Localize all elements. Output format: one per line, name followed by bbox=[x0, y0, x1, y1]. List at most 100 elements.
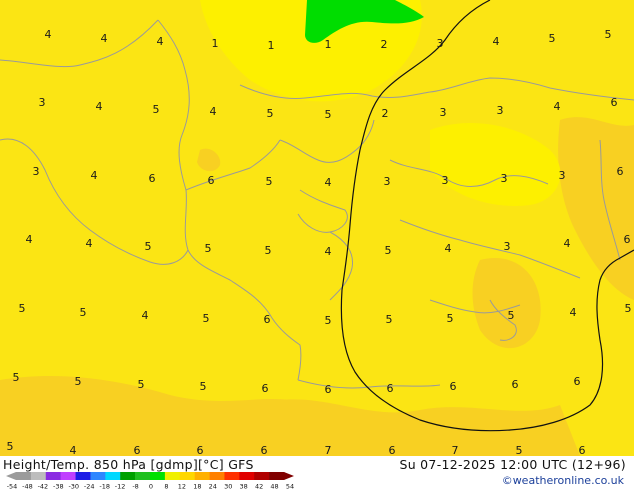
colorbar-tick-label: 54 bbox=[286, 483, 294, 490]
colorbar-swatch bbox=[135, 472, 151, 480]
value-label: 5 bbox=[75, 375, 82, 388]
colorbar-swatch bbox=[209, 472, 225, 480]
value-label: 4 bbox=[554, 100, 561, 113]
colorbar-tick-label: -24 bbox=[84, 483, 95, 490]
colorbar-tick-label: -30 bbox=[68, 483, 79, 490]
value-label: 4 bbox=[142, 309, 149, 322]
value-label: 6 bbox=[512, 378, 519, 391]
colorbar-tick-label: 0 bbox=[149, 483, 153, 490]
value-label: 5 bbox=[508, 309, 515, 322]
value-label: 4 bbox=[325, 245, 332, 258]
value-label: 4 bbox=[96, 100, 103, 113]
colorbar-tick-label: -42 bbox=[38, 483, 49, 490]
colorbar-swatches bbox=[6, 472, 294, 480]
colorbar-swatch bbox=[254, 472, 270, 480]
value-label: 5 bbox=[13, 371, 20, 384]
value-label: 4 bbox=[26, 233, 33, 246]
value-label: 6 bbox=[134, 444, 141, 456]
value-label: 5 bbox=[145, 240, 152, 253]
value-label: 6 bbox=[611, 96, 618, 109]
value-label: 5 bbox=[516, 444, 523, 456]
value-label: 4 bbox=[445, 242, 452, 255]
colorbar-swatch bbox=[75, 472, 91, 480]
colorbar-swatch bbox=[60, 472, 76, 480]
colorbar-swatch bbox=[16, 472, 32, 480]
map-datetime: Su 07-12-2025 12:00 UTC (12+96) bbox=[399, 457, 626, 472]
colorbar-tick-label: 48 bbox=[270, 483, 278, 490]
value-label: 6 bbox=[262, 382, 269, 395]
value-label: 5 bbox=[138, 378, 145, 391]
value-label: 5 bbox=[203, 312, 210, 325]
colorbar-labels: -54 -48 -42 -38 -30 -24 -18 -12 -8 0 8 12 18 24 30 38 42… bbox=[7, 483, 294, 490]
colorbar-tick-label: 30 bbox=[224, 483, 232, 490]
colorbar-arrow-left bbox=[6, 472, 16, 480]
value-label: 7 bbox=[452, 444, 459, 456]
value-label: 6 bbox=[197, 444, 204, 456]
value-label: 4 bbox=[493, 35, 500, 48]
value-label: 5 bbox=[153, 103, 160, 116]
colorbar-swatch bbox=[224, 472, 240, 480]
colorbar-tick-label: -12 bbox=[115, 483, 126, 490]
value-label: 4 bbox=[325, 176, 332, 189]
value-label: 5 bbox=[205, 242, 212, 255]
value-label: 5 bbox=[7, 440, 14, 453]
value-label: 4 bbox=[101, 32, 108, 45]
value-label: 6 bbox=[208, 174, 215, 187]
colorbar-swatch bbox=[239, 472, 255, 480]
value-label: 5 bbox=[386, 313, 393, 326]
colorbar-arrow-right bbox=[284, 472, 294, 480]
value-label: 3 bbox=[497, 104, 504, 117]
value-label: 5 bbox=[200, 380, 207, 393]
value-label: 6 bbox=[450, 380, 457, 393]
colorbar-swatch bbox=[164, 472, 181, 480]
map-footer: Height/Temp. 850 hPa [gdmp][°C] GFS Su 0… bbox=[0, 456, 634, 490]
value-label: 4 bbox=[45, 28, 52, 41]
colorbar-tick-label: 24 bbox=[209, 483, 217, 490]
colorbar-swatch bbox=[179, 472, 195, 480]
colorbar-tick-label: 8 bbox=[164, 483, 168, 490]
value-label: 1 bbox=[212, 37, 219, 50]
value-label: 6 bbox=[389, 444, 396, 456]
value-label: 4 bbox=[157, 35, 164, 48]
colorbar-tick-label: 18 bbox=[193, 483, 201, 490]
value-label: 5 bbox=[605, 28, 612, 41]
value-label: 3 bbox=[504, 240, 511, 253]
colorbar-tick-label: -54 bbox=[7, 483, 18, 490]
value-label: 4 bbox=[570, 306, 577, 319]
value-label: 4 bbox=[70, 444, 77, 456]
value-label: 3 bbox=[39, 96, 46, 109]
value-label: 6 bbox=[325, 383, 332, 396]
value-label: 3 bbox=[440, 106, 447, 119]
value-label: 2 bbox=[381, 38, 388, 51]
value-label: 5 bbox=[625, 302, 632, 315]
value-label: 4 bbox=[86, 237, 93, 250]
value-label: 5 bbox=[266, 175, 273, 188]
value-label: 1 bbox=[325, 38, 332, 51]
colorbar-swatch bbox=[150, 472, 166, 480]
value-label: 7 bbox=[325, 444, 332, 456]
value-label: 3 bbox=[442, 174, 449, 187]
colorbar-swatch bbox=[105, 472, 121, 480]
colorbar-tick-label: 38 bbox=[240, 483, 248, 490]
value-label: 6 bbox=[261, 444, 268, 456]
value-label: 5 bbox=[325, 314, 332, 327]
map-canvas: 4 4 4 1 1 1 2 3 4 5 5 3 4 5 4 5 5 2 3 3 4 6 3 4 6 6 5 4 3 3 3 3 6 4 4 5 5 5 4 5… bbox=[0, 0, 634, 456]
weather-map: 4 4 4 1 1 1 2 3 4 5 5 3 4 5 4 5 5 2 3 3 4 6 3 4 6 6 5 4 3 3 3 3 6 4 4 5 5 5 4 5… bbox=[0, 0, 634, 456]
colorbar-tick-label: -8 bbox=[132, 483, 138, 490]
colorbar-swatch bbox=[90, 472, 106, 480]
value-label: 2 bbox=[382, 107, 389, 120]
value-label: 5 bbox=[19, 302, 26, 315]
value-label: 4 bbox=[564, 237, 571, 250]
value-label: 3 bbox=[384, 175, 391, 188]
value-label: 5 bbox=[267, 107, 274, 120]
colorbar-swatch bbox=[30, 472, 47, 480]
colorbar-tick-label: -48 bbox=[22, 483, 33, 490]
credit-link[interactable]: ©weatheronline.co.uk bbox=[502, 474, 624, 487]
value-label: 4 bbox=[210, 105, 217, 118]
value-label: 5 bbox=[549, 32, 556, 45]
value-label: 1 bbox=[268, 39, 275, 52]
value-label: 5 bbox=[385, 244, 392, 257]
map-title: Height/Temp. 850 hPa [gdmp][°C] GFS bbox=[3, 457, 254, 472]
colorbar-swatch bbox=[120, 472, 136, 480]
value-label: 3 bbox=[501, 172, 508, 185]
